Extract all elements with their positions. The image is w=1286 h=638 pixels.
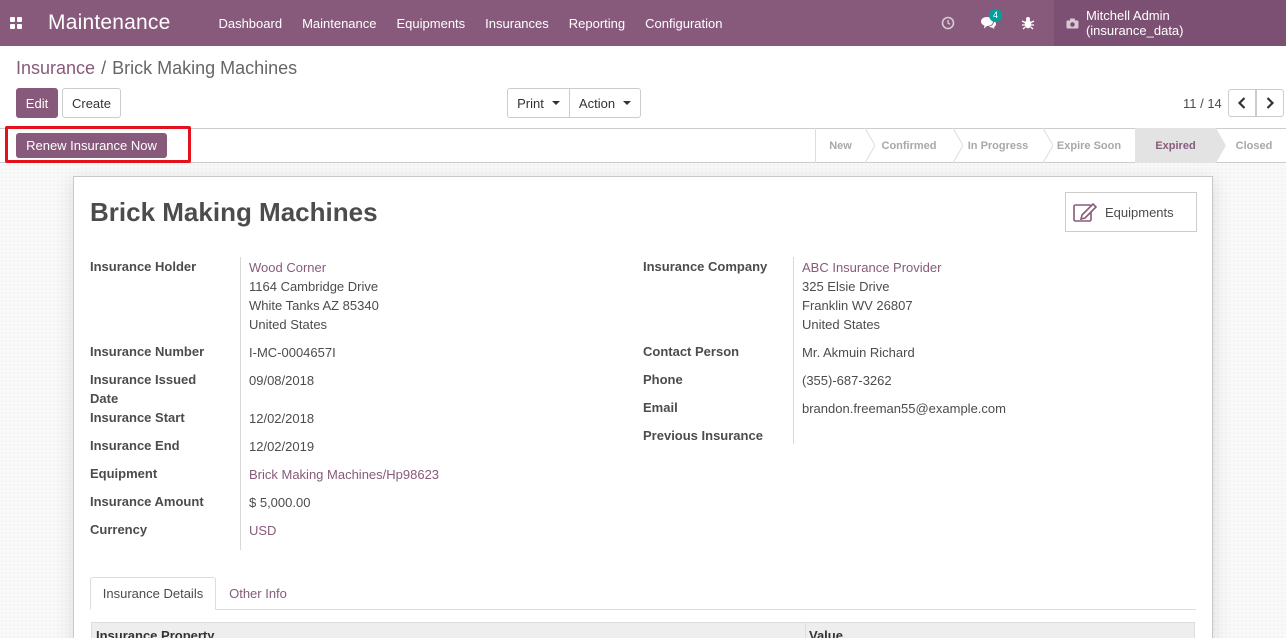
contact-label: Contact Person	[643, 344, 740, 359]
stage-new[interactable]: New	[815, 128, 875, 163]
email-label: Email	[643, 400, 678, 415]
highlight-annotation-box	[5, 126, 191, 163]
column-insurance-property[interactable]: Insurance Property	[96, 628, 215, 638]
top-navbar: Maintenance Dashboard Maintenance Equipm…	[0, 0, 1286, 46]
breadcrumb-current: Brick Making Machines	[112, 58, 298, 78]
start-value: 12/02/2018	[249, 411, 315, 426]
number-value: I-MC-0004657I	[249, 345, 336, 360]
end-label: Insurance End	[90, 438, 180, 453]
record-title: Brick Making Machines	[90, 197, 378, 227]
issued-date-value: 09/08/2018	[249, 373, 315, 388]
currency-link[interactable]: USD	[249, 521, 276, 540]
column-value[interactable]: Value	[809, 628, 843, 638]
column-divider	[805, 623, 806, 638]
tab-other-info[interactable]: Other Info	[218, 577, 298, 610]
debug-bug-icon[interactable]	[1008, 0, 1048, 46]
breadcrumb-parent[interactable]: Insurance	[16, 58, 95, 78]
contact-value: Mr. Akmuin Richard	[802, 345, 915, 360]
stage-in-progress[interactable]: In Progress	[953, 128, 1053, 163]
email-value: brandon.freeman55@example.com	[802, 401, 1006, 416]
activity-clock-icon[interactable]	[928, 0, 968, 46]
holder-street: 1164 Cambridge Drive	[249, 279, 379, 294]
end-value: 12/02/2019	[249, 439, 315, 454]
menu-dashboard[interactable]: Dashboard	[208, 0, 292, 46]
user-name: Mitchell Admin (insurance_data)	[1085, 8, 1184, 38]
pager-previous-button[interactable]	[1228, 89, 1256, 117]
create-button[interactable]: Create	[62, 88, 121, 118]
chevron-right-icon	[1266, 97, 1275, 109]
notebook-tabs: Insurance Details Other Info	[90, 577, 1196, 610]
menu-reporting[interactable]: Reporting	[559, 0, 635, 46]
chevron-left-icon	[1237, 97, 1246, 109]
amount-label: Insurance Amount	[90, 494, 204, 509]
user-camera-icon	[1066, 18, 1079, 28]
pager-value[interactable]: 11 / 14	[1183, 96, 1222, 111]
print-label: Print	[517, 95, 544, 111]
tab-insurance-details[interactable]: Insurance Details	[90, 577, 216, 610]
holder-label: Insurance Holder	[90, 259, 197, 274]
holder-city: White Tanks AZ 85340	[249, 298, 379, 313]
phone-label: Phone	[643, 372, 683, 387]
menu-maintenance[interactable]: Maintenance	[292, 0, 386, 46]
app-title[interactable]: Maintenance	[48, 11, 170, 35]
menu-configuration[interactable]: Configuration	[635, 0, 732, 46]
currency-label: Currency	[90, 522, 148, 537]
holder-name-link[interactable]: Wood Corner	[249, 258, 326, 277]
company-name-link[interactable]: ABC Insurance Provider	[802, 258, 941, 277]
start-label: Insurance Start	[90, 410, 185, 425]
company-street: 325 Elsie Drive	[802, 279, 890, 294]
messages-icon[interactable]: 4	[968, 0, 1008, 46]
breadcrumb: Insurance / Brick Making Machines	[16, 58, 297, 79]
edit-button[interactable]: Edit	[16, 88, 58, 118]
stage-closed[interactable]: Closed	[1216, 128, 1286, 163]
equipments-smart-button[interactable]: Equipments	[1065, 192, 1197, 232]
navbar-systray: 4 Mitchell Admin (insurance_data)	[928, 0, 1286, 46]
user-menu[interactable]: Mitchell Admin (insurance_data)	[1054, 0, 1286, 46]
stage-confirmed[interactable]: Confirmed	[865, 128, 963, 163]
equipments-smart-button-label: Equipments	[1105, 204, 1174, 220]
form-sheet: Brick Making Machines Equipments Insuran…	[73, 176, 1213, 638]
right-group-divider	[793, 257, 794, 444]
left-group-divider	[240, 257, 241, 550]
amount-value: $ 5,000.00	[249, 495, 311, 510]
edit-pencil-icon	[1073, 202, 1098, 222]
menu-insurances[interactable]: Insurances	[475, 0, 559, 46]
stage-pipeline: New Confirmed In Progress Expire Soon Ex…	[815, 128, 1286, 163]
issued-date-label-line2: Date	[90, 391, 119, 406]
company-country: United States	[802, 317, 881, 332]
caret-down-icon	[551, 101, 560, 105]
messages-count-badge: 4	[989, 9, 1002, 22]
property-table-header: Insurance Property Value	[91, 622, 1195, 638]
equipment-link[interactable]: Brick Making Machines/Hp98623	[249, 465, 439, 484]
number-label: Insurance Number	[90, 344, 205, 359]
issued-date-label-line1: Insurance Issued	[90, 372, 197, 387]
caret-down-icon	[623, 101, 632, 105]
equipment-label: Equipment	[90, 466, 158, 481]
action-dropdown[interactable]: Action	[569, 88, 641, 118]
previous-insurance-label: Previous Insurance	[643, 428, 763, 443]
apps-menu-icon[interactable]	[0, 0, 32, 46]
pager-next-button[interactable]	[1256, 89, 1284, 117]
company-city: Franklin WV 26807	[802, 298, 913, 313]
stage-expire-soon[interactable]: Expire Soon	[1043, 128, 1135, 163]
print-dropdown[interactable]: Print	[507, 88, 570, 118]
action-label: Action	[578, 95, 616, 111]
company-label: Insurance Company	[643, 259, 768, 274]
phone-value: (355)-687-3262	[802, 373, 892, 388]
holder-country: United States	[249, 317, 328, 332]
stage-expired[interactable]: Expired	[1135, 128, 1226, 163]
menu-equipments[interactable]: Equipments	[387, 0, 476, 46]
breadcrumb-separator: /	[101, 58, 107, 78]
